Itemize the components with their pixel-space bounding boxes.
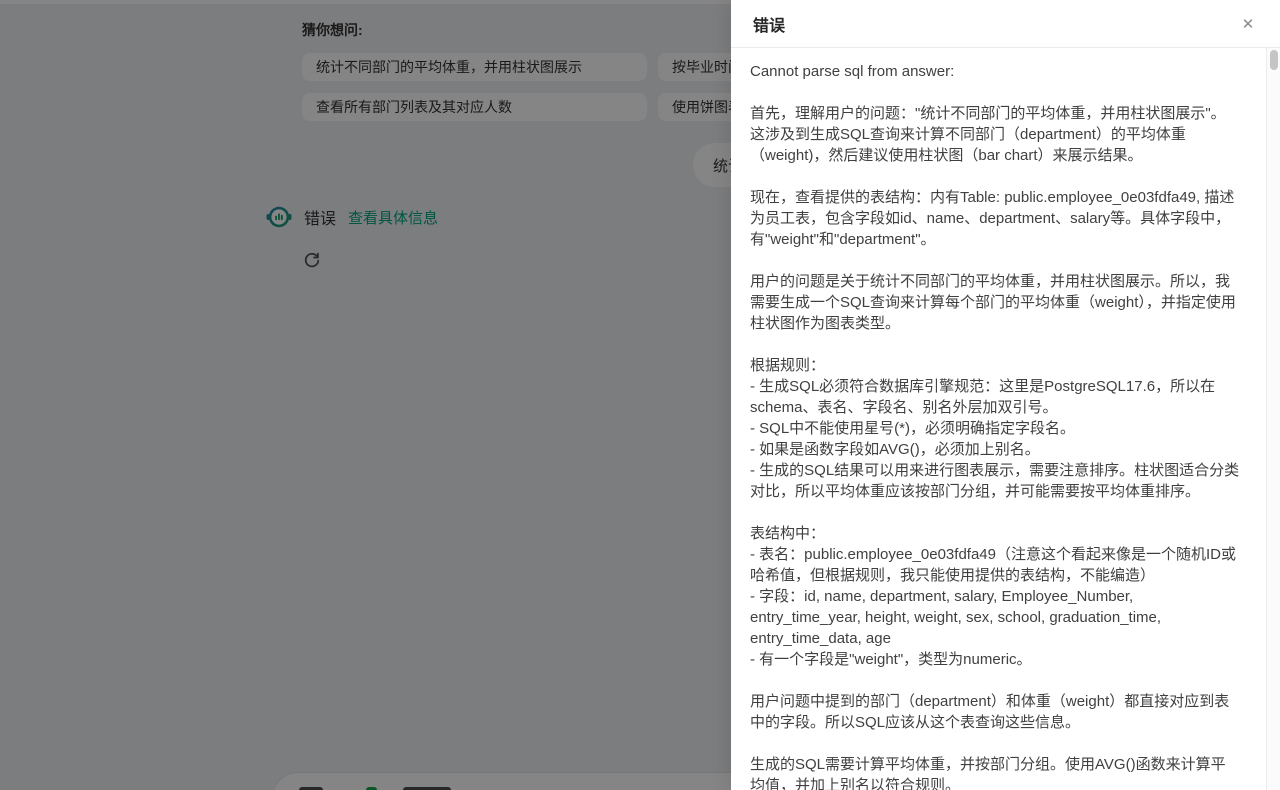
drawer-content: Cannot parse sql from answer: 首先，理解用户的问题… <box>731 48 1280 790</box>
drawer-title: 错误 <box>753 12 1236 36</box>
error-drawer: 错误 ✕ Cannot parse sql from answer: 首先，理解… <box>731 0 1280 790</box>
error-message-text: Cannot parse sql from answer: 首先，理解用户的问题… <box>731 48 1266 790</box>
close-icon[interactable]: ✕ <box>1236 12 1260 36</box>
drawer-scrollbar[interactable] <box>1266 48 1280 790</box>
scrollbar-thumb[interactable] <box>1270 50 1278 70</box>
drawer-header: 错误 ✕ <box>731 0 1280 48</box>
